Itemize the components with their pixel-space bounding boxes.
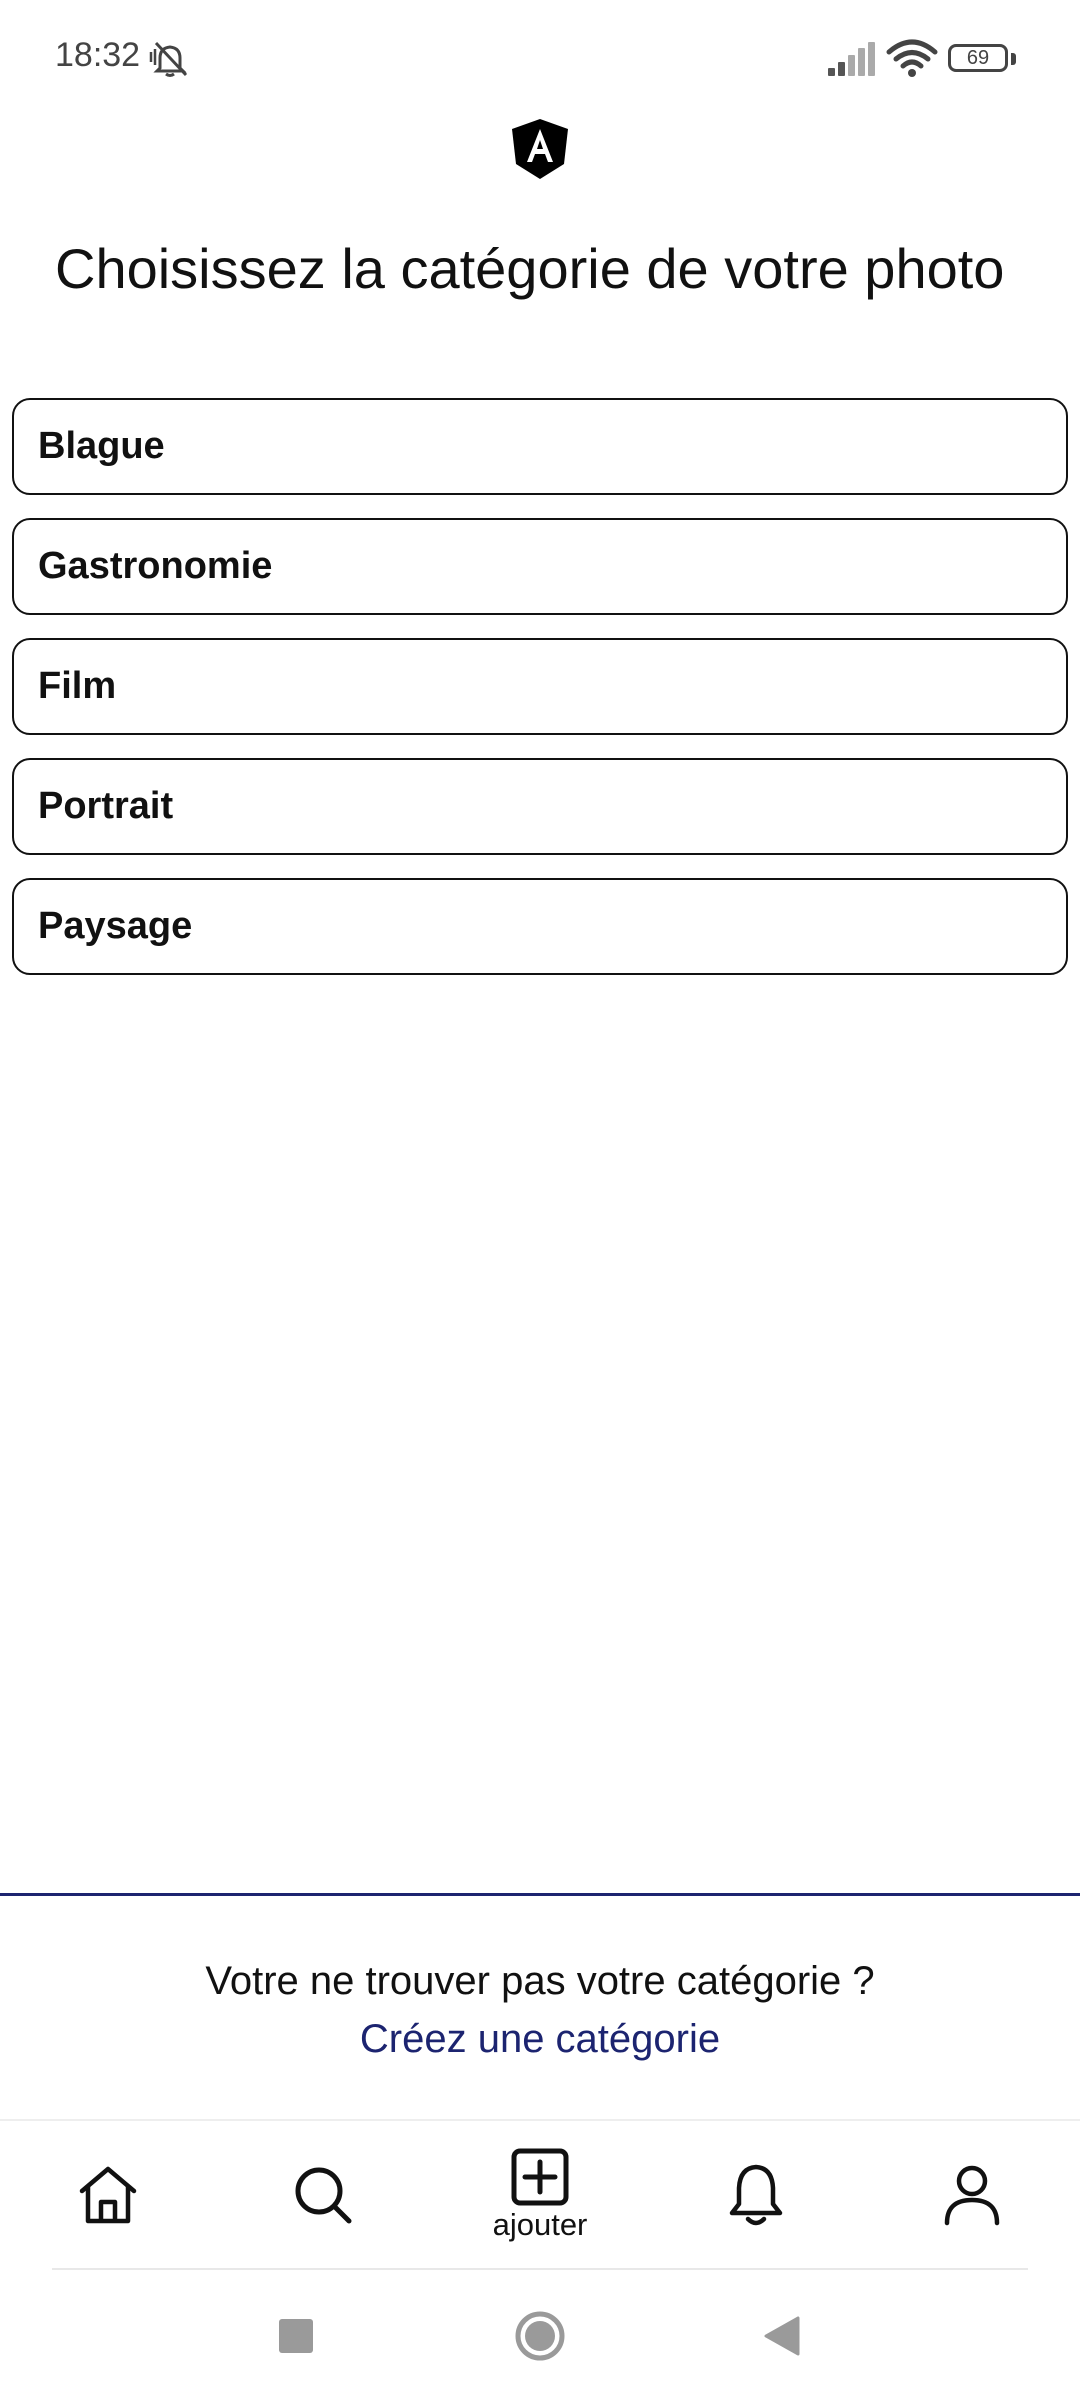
- recents-square-icon: [279, 2319, 313, 2353]
- footer-question: Votre ne trouver pas votre catégorie ?: [205, 1959, 875, 2003]
- bottom-nav-divider: [52, 2268, 1028, 2270]
- home-circle-icon: [515, 2311, 565, 2361]
- wifi-icon: [886, 39, 938, 77]
- nav-notifications[interactable]: [686, 2121, 826, 2269]
- category-option-film[interactable]: Film: [12, 638, 1068, 735]
- screen: 18:32 69 Choisissez la catégorie de votr…: [0, 0, 1080, 2400]
- nav-profile[interactable]: [902, 2121, 1042, 2269]
- user-icon: [944, 2165, 1000, 2226]
- back-triangle-icon: [764, 2316, 800, 2356]
- nav-add[interactable]: ajouter: [470, 2121, 610, 2269]
- back-system-button[interactable]: [732, 2272, 832, 2400]
- system-nav-bar: [0, 2272, 1080, 2400]
- mute-icon: [149, 41, 188, 77]
- status-bar: 18:32 69: [0, 0, 1080, 120]
- signal-icon: [828, 42, 875, 76]
- battery-level: 69: [966, 47, 990, 69]
- create-category-link[interactable]: Créez une catégorie: [0, 2015, 1080, 2063]
- category-option-gastronomie[interactable]: Gastronomie: [12, 518, 1068, 615]
- category-option-paysage[interactable]: Paysage: [12, 878, 1068, 975]
- nav-home[interactable]: [38, 2121, 178, 2269]
- bottom-nav: ajouter: [0, 2121, 1080, 2269]
- footer-divider: [0, 1893, 1080, 1896]
- status-time: 18:32: [55, 36, 141, 74]
- home-system-button[interactable]: [490, 2272, 590, 2400]
- recents-button[interactable]: [246, 2272, 346, 2400]
- battery-icon: 69: [948, 44, 1016, 76]
- nav-search[interactable]: [253, 2121, 393, 2269]
- angular-logo-icon: [512, 119, 568, 179]
- home-icon: [79, 2166, 137, 2224]
- page-title: Choisissez la catégorie de votre photo: [55, 237, 1005, 300]
- search-icon: [295, 2167, 352, 2224]
- nav-add-label: ajouter: [492, 2207, 588, 2242]
- bell-icon: [729, 2164, 783, 2226]
- add-square-icon: [511, 2148, 569, 2206]
- category-option-blague[interactable]: Blague: [12, 398, 1068, 495]
- category-option-portrait[interactable]: Portrait: [12, 758, 1068, 855]
- category-list: Blague Gastronomie Film Portrait Paysage: [12, 398, 1068, 998]
